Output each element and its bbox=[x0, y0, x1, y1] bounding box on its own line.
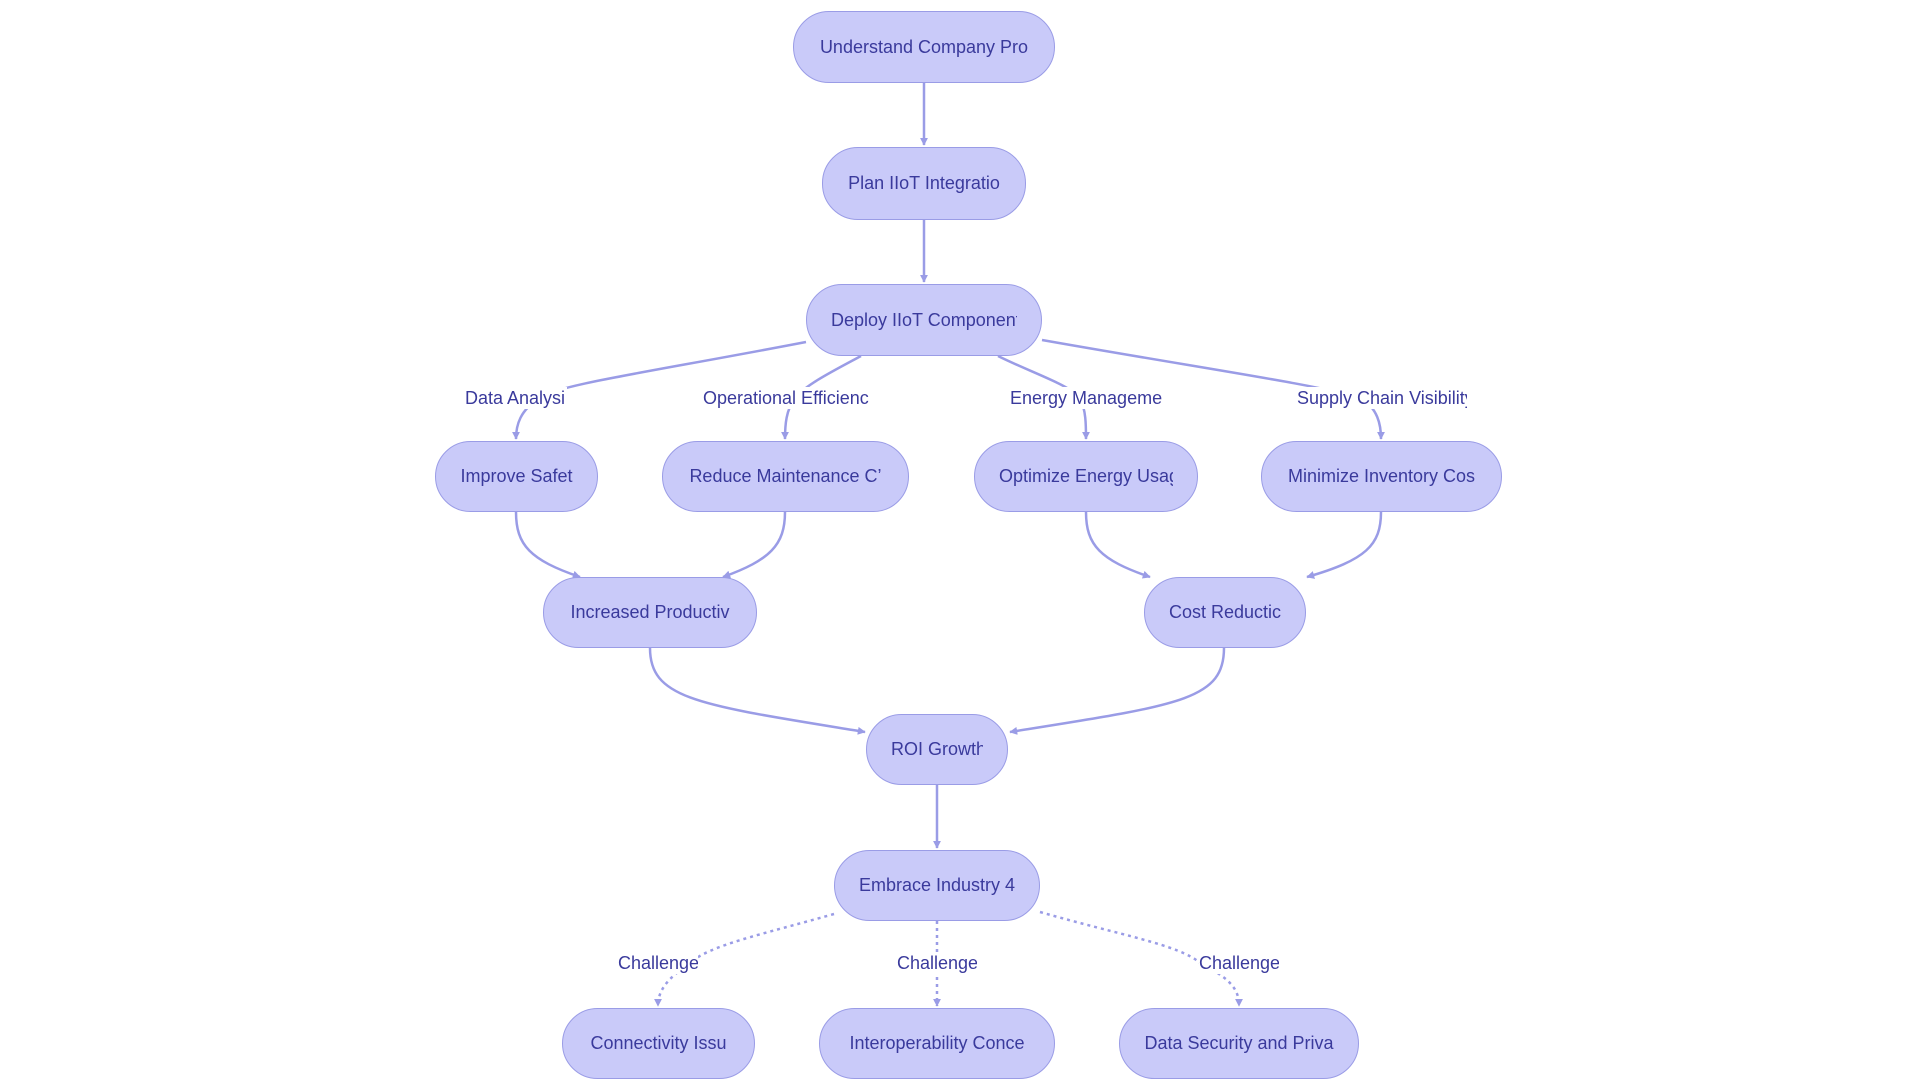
node-label: Minimize Inventory Cos bbox=[1287, 466, 1476, 486]
node-embrace-industry[interactable]: Embrace Industry 4 bbox=[834, 850, 1040, 921]
edge-label-data-analysis: Data Analysi bbox=[465, 387, 567, 409]
node-plan-iiot-integration[interactable]: Plan IIoT Integratio bbox=[822, 147, 1026, 220]
node-label: Optimize Energy Usag bbox=[999, 466, 1173, 486]
node-label: Increased Productiv bbox=[570, 602, 730, 622]
node-data-security-privacy[interactable]: Data Security and Priva bbox=[1119, 1008, 1359, 1079]
node-understand-company[interactable]: Understand Company Pro bbox=[793, 11, 1055, 83]
node-improve-safety[interactable]: Improve Safet bbox=[435, 441, 598, 512]
edge-label-operational-efficiency: Operational Efficienc bbox=[703, 387, 869, 409]
node-connectivity-issues[interactable]: Connectivity Issu bbox=[562, 1008, 755, 1079]
node-deploy-iiot-components[interactable]: Deploy IIoT Component bbox=[806, 284, 1042, 356]
node-label: Plan IIoT Integratio bbox=[848, 173, 1000, 193]
edge-label-energy-management: Energy Manageme bbox=[1010, 387, 1162, 409]
node-label: Reduce Maintenance C’ bbox=[689, 466, 882, 486]
node-cost-reduction[interactable]: Cost Reductic bbox=[1144, 577, 1306, 648]
node-interoperability-concerns[interactable]: Interoperability Conce bbox=[819, 1008, 1055, 1079]
node-label: Improve Safet bbox=[460, 466, 573, 486]
node-reduce-maintenance-costs[interactable]: Reduce Maintenance C’ bbox=[662, 441, 909, 512]
node-label: ROI Growth bbox=[891, 739, 983, 759]
node-label: Embrace Industry 4 bbox=[859, 875, 1015, 895]
node-label: Interoperability Conce bbox=[849, 1033, 1025, 1053]
node-label: Understand Company Pro bbox=[819, 36, 1029, 57]
node-label: Cost Reductic bbox=[1169, 602, 1281, 622]
edge-label-challenge-1: Challenge bbox=[618, 952, 698, 974]
node-optimize-energy-usage[interactable]: Optimize Energy Usag bbox=[974, 441, 1198, 512]
edge-productivity-roi bbox=[648, 647, 866, 735]
node-label: Connectivity Issu bbox=[590, 1033, 727, 1053]
flowchart: Data Analysi Operational Efficienc Energ… bbox=[0, 0, 1920, 1080]
edge-inventory-cost bbox=[1306, 511, 1383, 579]
edge-safety-productivity bbox=[514, 511, 581, 579]
node-label: Data Security and Priva bbox=[1144, 1033, 1334, 1053]
edge-cost-roi bbox=[1009, 647, 1226, 735]
node-roi-growth[interactable]: ROI Growth bbox=[866, 714, 1008, 785]
edge-label-challenge-3: Challenge bbox=[1199, 952, 1279, 974]
edge-label-challenge-2: Challenge bbox=[897, 952, 977, 974]
node-minimize-inventory-costs[interactable]: Minimize Inventory Cos bbox=[1261, 441, 1502, 512]
edge-maintenance-productivity bbox=[722, 511, 787, 579]
node-label: Deploy IIoT Component bbox=[831, 309, 1017, 330]
node-increased-productivity[interactable]: Increased Productiv bbox=[543, 577, 757, 648]
edge-energy-cost bbox=[1084, 511, 1151, 579]
edge-label-supply-chain-visibility: Supply Chain Visibility bbox=[1297, 387, 1467, 409]
